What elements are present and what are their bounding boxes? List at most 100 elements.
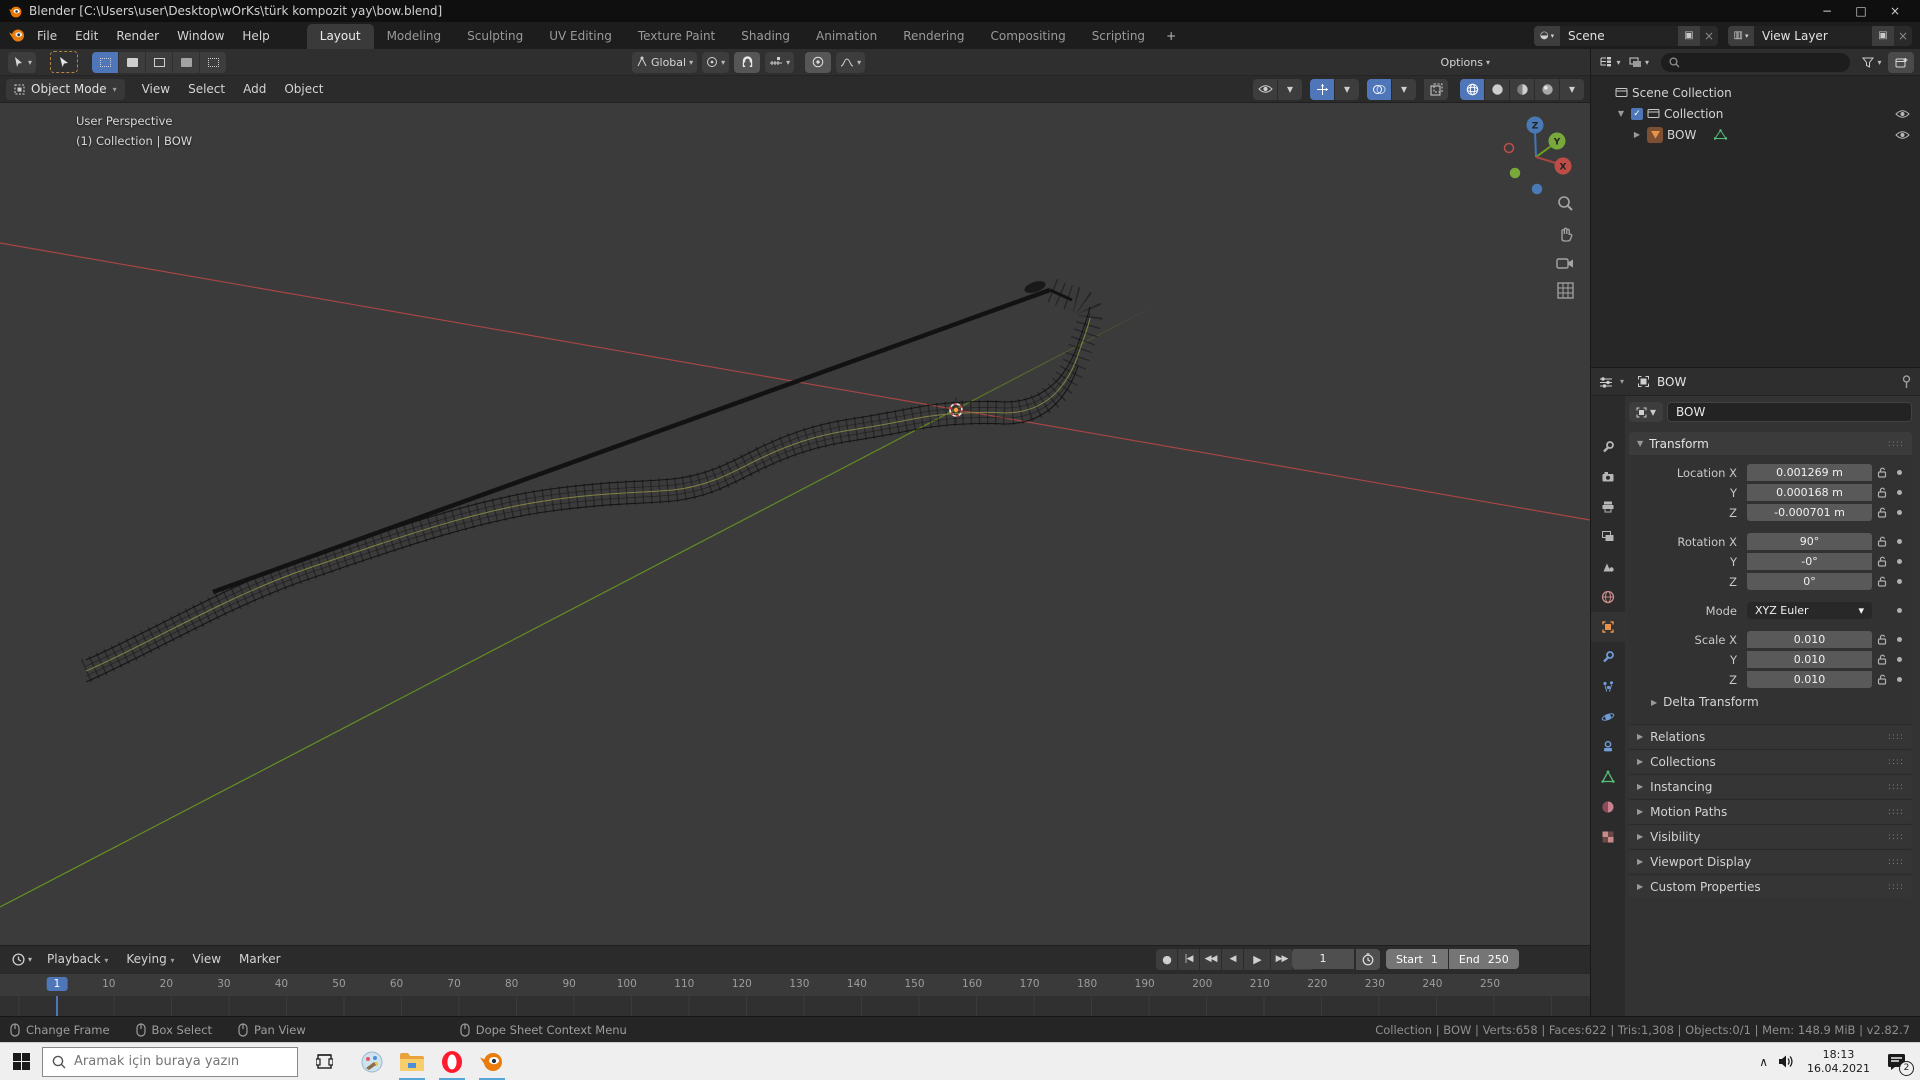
field-z[interactable]: 0° bbox=[1747, 573, 1872, 590]
outliner-filter-dropdown[interactable]: ▾ bbox=[1859, 52, 1885, 73]
3d-viewport[interactable]: Z Y X User Perspective (1) Collection | … bbox=[0, 103, 1590, 945]
animate-cell[interactable] bbox=[1892, 608, 1906, 613]
tab-modeling[interactable]: Modeling bbox=[374, 24, 455, 49]
props-tab-tool[interactable] bbox=[1591, 432, 1625, 462]
object-name-field[interactable]: BOW bbox=[1667, 402, 1912, 422]
viewport-menu-view[interactable]: View bbox=[133, 79, 179, 99]
minimize-button[interactable]: − bbox=[1810, 0, 1844, 22]
properties-editor-type-icon[interactable] bbox=[1599, 376, 1613, 388]
field-location-x[interactable]: 0.001269 m bbox=[1747, 464, 1872, 481]
taskbar-blender-button[interactable] bbox=[472, 1043, 512, 1080]
props-tab-object[interactable] bbox=[1591, 612, 1625, 642]
current-frame-field[interactable]: 1 bbox=[1292, 949, 1354, 970]
field-y[interactable]: 0.010 bbox=[1747, 651, 1872, 668]
animate-cell[interactable] bbox=[1892, 559, 1906, 564]
play-button[interactable]: ▶ bbox=[1244, 948, 1270, 970]
volume-icon[interactable] bbox=[1778, 1054, 1795, 1069]
visibility-dropdown-button[interactable] bbox=[1253, 78, 1277, 100]
tab-scripting[interactable]: Scripting bbox=[1079, 24, 1158, 49]
close-button[interactable]: × bbox=[1878, 0, 1912, 22]
props-tab-view-layer[interactable] bbox=[1591, 522, 1625, 552]
props-tab-constraints[interactable] bbox=[1591, 732, 1625, 762]
start-button[interactable] bbox=[0, 1043, 42, 1080]
menu-help[interactable]: Help bbox=[233, 26, 278, 46]
viewport-zoom-icon[interactable] bbox=[1557, 195, 1574, 212]
menu-render[interactable]: Render bbox=[107, 26, 168, 46]
outliner-search-box[interactable] bbox=[1661, 52, 1850, 72]
gizmo-neg-y-axis[interactable] bbox=[1509, 167, 1521, 179]
lock-open-icon[interactable] bbox=[1877, 634, 1887, 645]
taskbar-paint3d-button[interactable] bbox=[352, 1043, 392, 1080]
panel-collections[interactable]: ▶ Collections:::: bbox=[1629, 749, 1912, 773]
task-view-button[interactable] bbox=[304, 1043, 344, 1080]
props-tab-object-data[interactable] bbox=[1591, 762, 1625, 792]
select-mode-intersect-button[interactable] bbox=[200, 51, 227, 73]
viewport-menu-add[interactable]: Add bbox=[234, 79, 275, 99]
animate-cell[interactable] bbox=[1892, 510, 1906, 515]
panel-drag-handle[interactable]: :::: bbox=[1888, 439, 1904, 449]
panel-drag-handle[interactable]: :::: bbox=[1888, 832, 1904, 842]
view-layer-icon[interactable]: ▥ ▾ bbox=[1728, 25, 1754, 46]
animate-cell[interactable] bbox=[1892, 539, 1906, 544]
lock-open-icon[interactable] bbox=[1877, 556, 1887, 567]
view-layer-name-field[interactable]: View Layer bbox=[1754, 25, 1872, 46]
select-mode-subtract-button[interactable] bbox=[146, 51, 173, 73]
timeline-menu-keying[interactable]: Keying ▾ bbox=[117, 949, 183, 969]
proportional-falloff-dropdown[interactable]: ▾ bbox=[836, 51, 866, 73]
shading-dropdown-carat[interactable]: ▾ bbox=[1560, 78, 1584, 100]
tab-animation[interactable]: Animation bbox=[803, 24, 890, 49]
scene-unlink-icon[interactable]: × bbox=[1700, 26, 1718, 46]
panel-instancing[interactable]: ▶ Instancing:::: bbox=[1629, 774, 1912, 798]
maximize-button[interactable]: □ bbox=[1844, 0, 1878, 22]
outliner-row-collection[interactable]: ▼ ✓ Collection bbox=[1591, 103, 1920, 124]
tab-texture-paint[interactable]: Texture Paint bbox=[625, 24, 728, 49]
field-scale-x[interactable]: 0.010 bbox=[1747, 631, 1872, 648]
panel-motion-paths[interactable]: ▶ Motion Paths:::: bbox=[1629, 799, 1912, 823]
properties-type-carat[interactable]: ▾ bbox=[1620, 377, 1624, 386]
panel-custom-properties[interactable]: ▶ Custom Properties:::: bbox=[1629, 874, 1912, 898]
snap-target-dropdown[interactable]: ▾ bbox=[765, 51, 795, 73]
taskbar-search-box[interactable] bbox=[42, 1046, 298, 1077]
panel-drag-handle[interactable]: :::: bbox=[1888, 807, 1904, 817]
panel-visibility[interactable]: ▶ Visibility:::: bbox=[1629, 824, 1912, 848]
lock-open-icon[interactable] bbox=[1877, 576, 1887, 587]
props-tab-world[interactable] bbox=[1591, 582, 1625, 612]
panel-relations[interactable]: ▶ Relations:::: bbox=[1629, 724, 1912, 748]
shading-rendered-button[interactable] bbox=[1535, 78, 1559, 100]
current-frame-line[interactable] bbox=[56, 996, 58, 1017]
props-tab-physics[interactable] bbox=[1591, 702, 1625, 732]
props-tab-material[interactable] bbox=[1591, 792, 1625, 822]
panel-drag-handle[interactable]: :::: bbox=[1888, 857, 1904, 867]
proportional-editing-button[interactable] bbox=[805, 51, 832, 73]
gizmos-toggle-button[interactable] bbox=[1310, 78, 1334, 100]
lock-open-icon[interactable] bbox=[1877, 487, 1887, 498]
field-rotation-x[interactable]: 90° bbox=[1747, 533, 1872, 550]
snap-toggle-button[interactable] bbox=[734, 51, 761, 73]
panel-viewport-display[interactable]: ▶ Viewport Display:::: bbox=[1629, 849, 1912, 873]
expander-icon[interactable]: ▶ bbox=[1631, 130, 1643, 139]
scene-icon[interactable]: ◒ ▾ bbox=[1534, 25, 1560, 46]
timeline-editor-type-dropdown[interactable]: ▾ bbox=[8, 949, 36, 970]
viewport-ortho-grid-icon[interactable] bbox=[1556, 282, 1574, 299]
notification-center-button[interactable]: 2 bbox=[1882, 1047, 1914, 1077]
props-tab-modifiers[interactable] bbox=[1591, 642, 1625, 672]
field-mode[interactable]: XYZ Euler ▾ bbox=[1747, 602, 1872, 619]
blender-logo-icon[interactable] bbox=[8, 28, 26, 43]
timeline-menu-view[interactable]: View bbox=[184, 949, 230, 969]
next-keyframe-button[interactable]: ▶▶ bbox=[1271, 948, 1292, 970]
lock-open-icon[interactable] bbox=[1877, 536, 1887, 547]
viewport-pan-hand-icon[interactable] bbox=[1557, 225, 1574, 242]
props-tab-particles[interactable] bbox=[1591, 672, 1625, 702]
outliner-row-bow[interactable]: ▶ BOW bbox=[1591, 124, 1920, 145]
taskbar-clock[interactable]: 18:13 16.04.2021 bbox=[1799, 1048, 1878, 1076]
options-dropdown[interactable]: Options ▾ bbox=[1437, 52, 1494, 73]
select-mode-new-button[interactable] bbox=[92, 51, 119, 73]
field-z[interactable]: -0.000701 m bbox=[1747, 504, 1872, 521]
bow-mesh[interactable] bbox=[80, 276, 1103, 683]
viewport-menu-select[interactable]: Select bbox=[179, 79, 234, 99]
select-mode-extend-button[interactable] bbox=[119, 51, 146, 73]
menu-edit[interactable]: Edit bbox=[66, 26, 107, 46]
gizmo-neg-x-axis[interactable] bbox=[1503, 142, 1515, 154]
outliner-editor-type-dropdown[interactable]: ▾ bbox=[1597, 52, 1623, 73]
tab-compositing[interactable]: Compositing bbox=[977, 24, 1078, 49]
